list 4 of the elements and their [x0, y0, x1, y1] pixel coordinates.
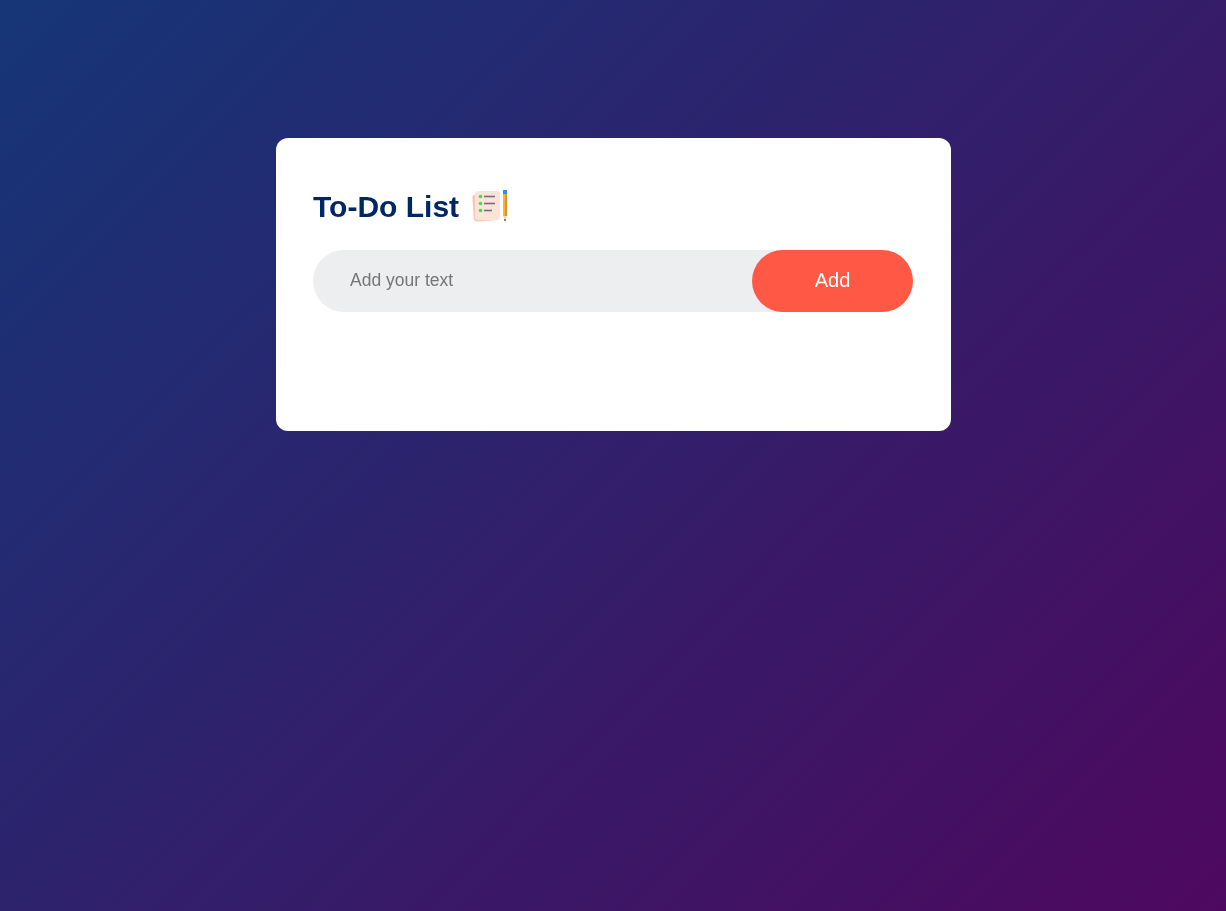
task-input-bar[interactable]: Add your text Add: [313, 249, 913, 312]
add-button[interactable]: Add: [752, 249, 913, 312]
app-title: To-Do List: [313, 188, 460, 225]
task-input-field[interactable]: Add your text: [313, 249, 752, 312]
